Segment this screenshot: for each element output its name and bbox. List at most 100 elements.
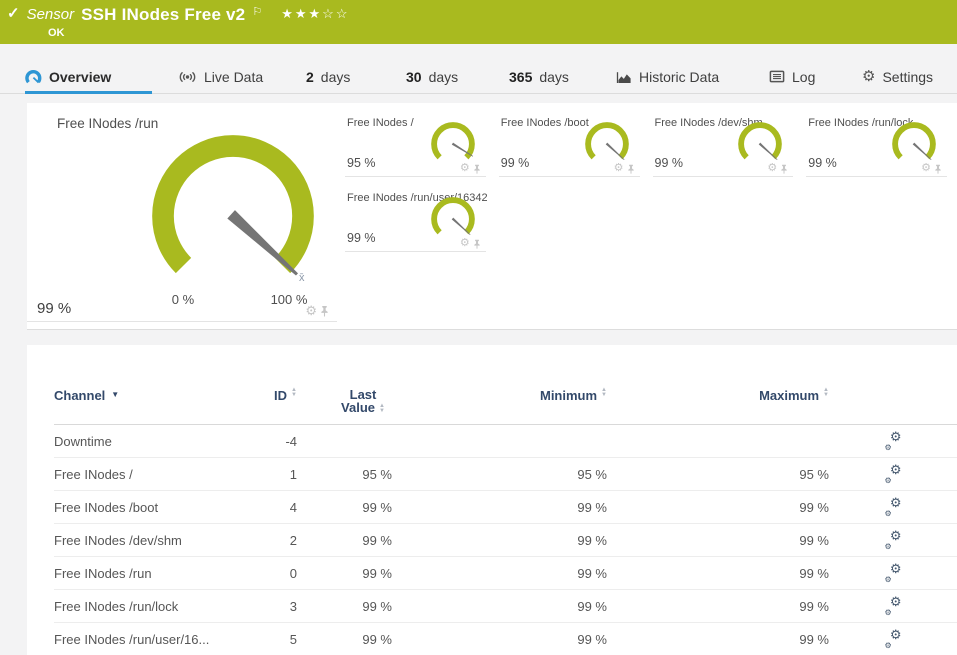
tab-label: Overview (49, 68, 112, 85)
last-value: 99 % (362, 598, 392, 614)
edit-channel-gears-icon[interactable]: ⚙ ⚙ (884, 529, 902, 551)
column-header-minimum[interactable]: Minimum ▲ ▼ (392, 387, 607, 403)
gear-icon: ⚙ (862, 68, 876, 85)
status-badge: OK (48, 27, 65, 39)
overview-gauges-panel: Free INodes /run x̄ 0 % 100 % 99 % ⚙ Fre (27, 103, 957, 330)
sort-desc-icon: ▼ (111, 390, 120, 399)
column-header-channel[interactable]: Channel ▼ (54, 388, 239, 403)
gauge-value: 99 % (37, 300, 72, 317)
edit-channel-gears-icon[interactable]: ⚙ ⚙ (884, 463, 902, 485)
column-header-maximum[interactable]: Maximum ▲ ▼ (607, 387, 829, 403)
last-value: 99 % (362, 565, 392, 581)
gear-icon[interactable]: ⚙ (460, 238, 470, 249)
edit-channel-gears-icon[interactable]: ⚙ ⚙ (885, 628, 902, 650)
tab-label: days (428, 68, 459, 85)
edit-channel-gears-icon[interactable]: ⚙ ⚙ (885, 595, 902, 617)
pin-icon[interactable] (780, 164, 788, 174)
tab-label: Live Data (204, 68, 264, 85)
tab-number: 30 (406, 68, 422, 85)
maximum-value: 99 % (799, 532, 829, 548)
gear-icon[interactable]: ⚙ (460, 163, 470, 174)
channel-id: 2 (289, 532, 297, 548)
table-header-row: Channel ▼ ID ▲ ▼ Last Value ▲ ▼ Minimum ▲ ▼ … (54, 345, 957, 425)
minimum-value: 99 % (577, 598, 607, 614)
channel-id: 0 (289, 565, 297, 581)
tab-settings[interactable]: ⚙ Settings (862, 60, 940, 94)
channels-table-panel: Channel ▼ ID ▲ ▼ Last Value ▲ ▼ Minimum ▲ ▼ … (27, 345, 957, 655)
table-row: Free INodes /run/lock 3 99 % 99 % 99 % ⚙… (54, 590, 957, 623)
tab-365-days[interactable]: 365 days (509, 60, 589, 94)
column-header-last-value[interactable]: Last Value ▲ ▼ (297, 388, 392, 414)
edit-channel-gears-icon[interactable]: ⚙ ⚙ (885, 496, 902, 518)
maximum-value: 99 % (799, 499, 829, 515)
active-tab-underline (25, 91, 152, 94)
last-value: 99 % (362, 631, 392, 647)
column-header-id[interactable]: ID ▲ ▼ (239, 387, 297, 403)
tab-historic-data[interactable]: Historic Data (616, 60, 741, 94)
tab-30-days[interactable]: 30 days (406, 60, 478, 94)
tab-log[interactable]: Log (769, 60, 834, 94)
tab-live-data[interactable]: Live Data (178, 60, 278, 94)
area-chart-icon (616, 71, 631, 83)
tab-number: 365 (509, 68, 533, 85)
gauge-value: 95 % (347, 156, 376, 170)
tab-overview[interactable]: Overview (25, 60, 152, 94)
gauge-card: Free INodes /run/lock 99 % ⚙ (806, 111, 947, 177)
gauge-value: 99 % (500, 156, 530, 170)
gear-icon[interactable]: ⚙ (305, 304, 317, 317)
gear-icon: ⚙ (889, 527, 902, 543)
channel-name: Free INodes /run/lock (54, 598, 179, 614)
gear-icon[interactable]: ⚙ (614, 163, 624, 174)
gauge-icon (25, 69, 42, 83)
pin-icon[interactable] (473, 239, 481, 249)
table-row: Free INodes /run/user/16... 5 99 % 99 % … (54, 623, 957, 655)
pin-icon[interactable] (320, 305, 329, 317)
maximum-value: 99 % (799, 631, 829, 647)
gear-icon[interactable]: ⚙ (921, 163, 931, 174)
gear-icon: ⚙ (889, 461, 902, 477)
channel-name: Free INodes /dev/shm (54, 532, 182, 548)
priority-flag-icon: ⚐ (252, 6, 263, 18)
tab-label: days (320, 68, 351, 85)
channel-id: 3 (289, 598, 297, 614)
primary-gauge-chart (152, 135, 314, 276)
gear-icon: ⚙ (884, 442, 892, 452)
gauge-value: 99 % (654, 156, 684, 170)
gear-icon: ⚙ (884, 541, 892, 551)
live-broadcast-icon (179, 71, 196, 82)
column-label: Last Value (341, 387, 377, 415)
channel-name: Free INodes /boot (54, 499, 159, 515)
tab-2-days[interactable]: 2 days (306, 60, 378, 94)
table-row: Free INodes / 1 95 % 95 % 95 % ⚙ ⚙ (54, 458, 957, 491)
gauge-title: Free INodes /run (57, 116, 159, 131)
channel-name: Free INodes / (54, 466, 133, 482)
sensor-header: ✓ Sensor SSH INodes Free v2 ⚐ ★★★☆☆ OK (0, 0, 957, 44)
priority-stars[interactable]: ★★★☆☆ (281, 5, 349, 23)
gear-icon: ⚙ (884, 574, 892, 584)
edit-channel-gears-icon[interactable]: ⚙ ⚙ (884, 430, 902, 452)
edit-channel-gears-icon[interactable]: ⚙ ⚙ (884, 562, 902, 584)
column-label: ID (274, 388, 288, 403)
table-row: Downtime -4 ⚙ ⚙ (54, 425, 957, 458)
maximum-value: 99 % (799, 565, 829, 581)
maximum-value: 95 % (799, 466, 829, 482)
gauge-card: Free INodes /run/user/16342... 99 % ⚙ (345, 186, 487, 252)
pin-icon[interactable] (627, 164, 635, 174)
pin-icon[interactable] (473, 164, 481, 174)
column-label: Maximum (759, 388, 820, 403)
gear-icon: ⚙ (884, 475, 892, 485)
object-kind-label: Sensor (26, 6, 75, 23)
status-check-icon: ✓ (7, 5, 20, 22)
last-value: 95 % (362, 466, 392, 482)
minimum-value: 95 % (577, 466, 607, 482)
gear-icon[interactable]: ⚙ (767, 163, 777, 174)
table-row: Free INodes /run 0 99 % 99 % 99 % ⚙ ⚙ (54, 557, 957, 590)
channel-id: 1 (289, 466, 297, 482)
column-label: Minimum (539, 388, 598, 403)
gear-icon: ⚙ (889, 593, 902, 609)
maximum-value: 99 % (799, 598, 829, 614)
tab-label: Historic Data (639, 68, 720, 85)
gauge-value: 99 % (808, 156, 837, 170)
pin-icon[interactable] (934, 164, 942, 174)
gauge-value: 99 % (347, 231, 376, 245)
